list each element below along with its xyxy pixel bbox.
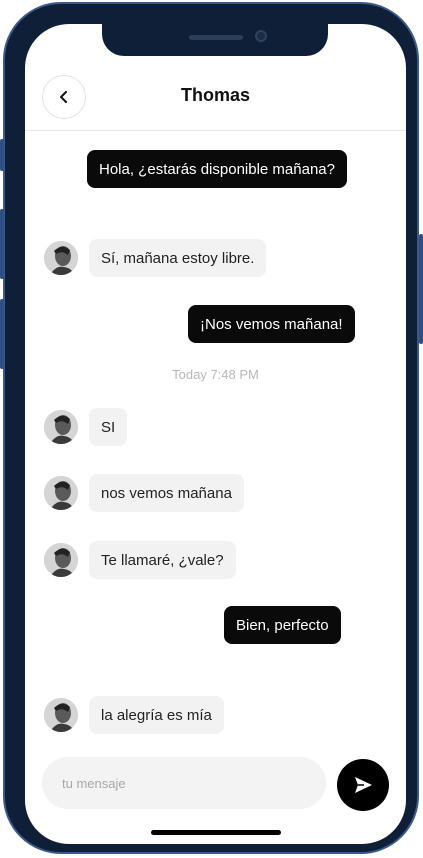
message-received: la alegría es mía <box>89 696 224 734</box>
avatar <box>44 241 78 275</box>
side-button <box>419 234 423 344</box>
camera <box>255 30 267 42</box>
avatar-image <box>44 698 78 732</box>
side-button <box>0 209 4 279</box>
message-received: SI <box>89 408 128 446</box>
notch <box>102 24 328 56</box>
contact-name: Thomas <box>180 85 250 105</box>
home-indicator <box>151 830 281 835</box>
send-icon <box>355 777 372 793</box>
message-received: Sí, mañana estoy libre. <box>89 239 267 277</box>
side-button <box>0 139 4 171</box>
avatar-image <box>44 476 78 510</box>
message-received: Te llamaré, ¿vale? <box>89 541 236 579</box>
avatar <box>44 698 78 732</box>
avatar <box>44 543 78 577</box>
avatar-image <box>44 543 78 577</box>
avatar-image <box>44 241 78 275</box>
message-received: nos vemos mañana <box>89 474 244 512</box>
phone-frame: Thomas Hola, ¿estarás disponible mañana?… <box>0 2 423 854</box>
avatar <box>44 476 78 510</box>
speaker <box>189 35 243 40</box>
message-sent: ¡Nos vemos mañana! <box>188 305 355 343</box>
message-sent: Hola, ¿estarás disponible mañana? <box>87 150 347 188</box>
message-sent: Bien, perfecto <box>224 606 341 644</box>
phone-screen: Thomas Hola, ¿estarás disponible mañana?… <box>25 24 406 844</box>
send-button[interactable] <box>337 759 389 811</box>
avatar <box>44 410 78 444</box>
chat-header: Thomas <box>25 72 406 131</box>
avatar-image <box>44 410 78 444</box>
message-input[interactable] <box>42 757 326 809</box>
timestamp: Today 7:48 PM <box>172 367 259 382</box>
side-button <box>0 299 4 369</box>
